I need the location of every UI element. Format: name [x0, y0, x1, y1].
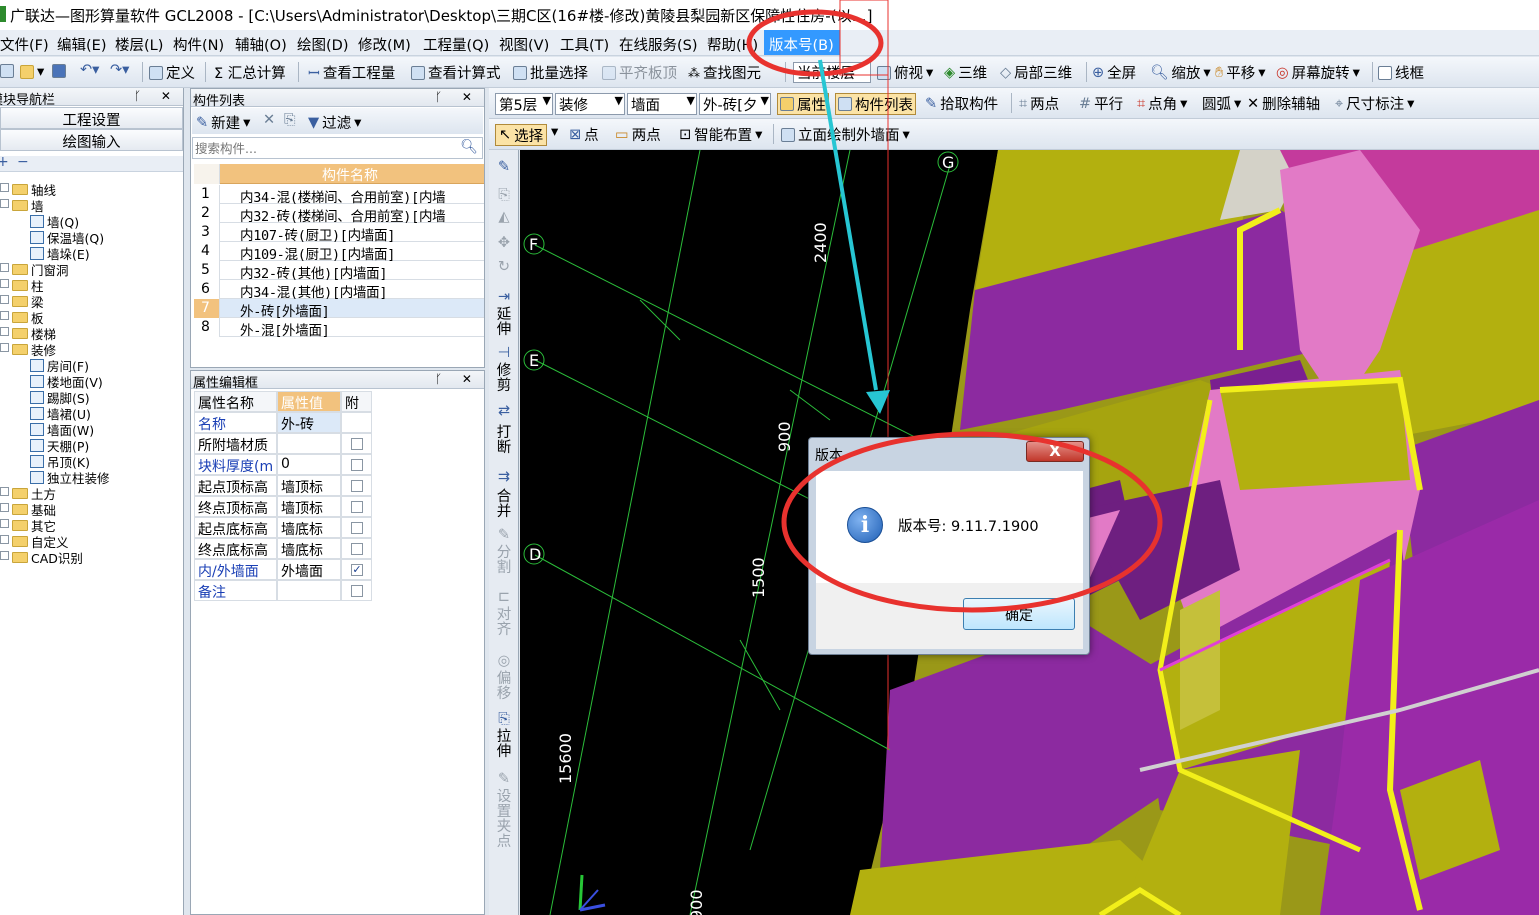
version-dialog: 版本 X i 版本号: 9.11.7.1900 确定 [808, 437, 1090, 655]
annotation-arrowhead [866, 390, 890, 414]
version-message: 版本号: 9.11.7.1900 [898, 519, 1039, 535]
dialog-title: 版本 [815, 448, 843, 464]
annotation-arrow [818, 59, 878, 391]
dialog-body: i 版本号: 9.11.7.1900 [816, 471, 1083, 583]
dialog-close-button[interactable]: X [1026, 441, 1084, 462]
annotation-circle-menu [746, 9, 884, 77]
dialog-footer: 确定 [816, 583, 1083, 649]
info-icon: i [847, 507, 883, 543]
annotation-overlay [746, 0, 890, 750]
ok-button[interactable]: 确定 [963, 598, 1075, 630]
